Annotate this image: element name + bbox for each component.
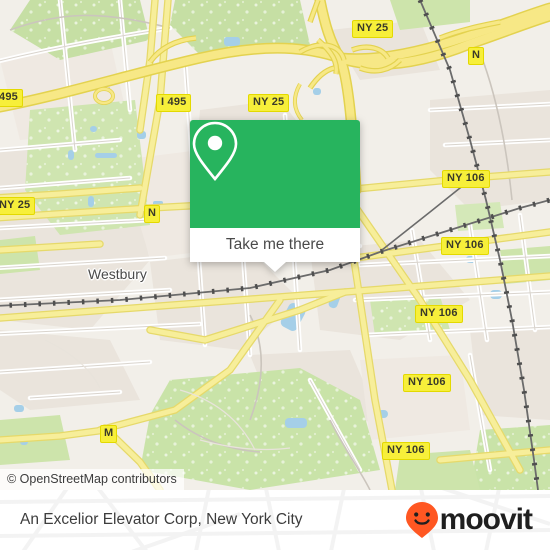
popup-cta-area[interactable]: Take me there	[190, 228, 360, 272]
road-shield-n-topright: N	[468, 47, 485, 65]
location-popup-card[interactable]: Take me there	[190, 120, 360, 272]
road-shield-ny106-e: NY 106	[382, 442, 430, 460]
road-shield-ny25-mid: NY 25	[248, 94, 290, 112]
map-canvas[interactable]: NY 25 N 495 I 495 NY 25 NY 106 NY 25 N N…	[0, 0, 550, 490]
page-footer: An Excelior Elevator Corp, New York City…	[0, 490, 550, 550]
road-shield-ny106-d: NY 106	[403, 374, 451, 392]
road-shield-ny25-top: NY 25	[352, 20, 394, 38]
road-shield-ny106-b: NY 106	[441, 237, 489, 255]
take-me-there-label: Take me there	[225, 236, 325, 253]
place-label-westbury: Westbury	[88, 266, 147, 282]
road-shield-ny25-left: NY 25	[0, 197, 36, 215]
map-page: NY 25 N 495 I 495 NY 25 NY 106 NY 25 N N…	[0, 0, 550, 550]
popup-pin-area	[190, 120, 360, 228]
road-shield-m-bottom: M	[100, 425, 118, 443]
road-shield-i495: I 495	[156, 94, 192, 112]
road-shield-n-mid: N	[144, 205, 161, 223]
footer-place-title: An Excelior Elevator Corp, New York City	[20, 511, 303, 528]
moovit-wordmark: moovit	[439, 503, 533, 536]
popup-tail	[264, 262, 286, 272]
moovit-brand[interactable]: moovit	[405, 501, 533, 539]
road-shield-ny106-c: NY 106	[415, 305, 463, 323]
location-pin-icon	[192, 121, 238, 182]
osm-attribution[interactable]: © OpenStreetMap contributors	[0, 469, 184, 490]
moovit-smiling-pin-icon	[405, 502, 438, 538]
road-shield-ny106-a: NY 106	[442, 170, 490, 188]
road-shield-495-left: 495	[0, 89, 23, 107]
